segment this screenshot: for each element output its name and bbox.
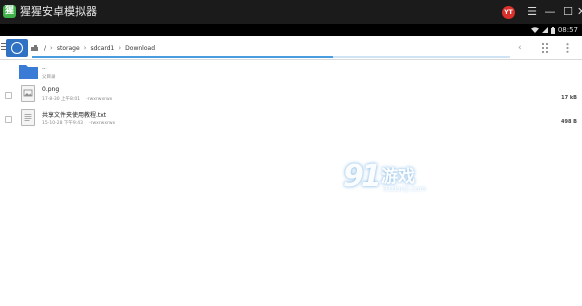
image-file-icon — [21, 85, 35, 102]
file-checkbox[interactable] — [5, 92, 12, 99]
file-meta: 15-10-28 下午9:43 -rwxrwxrwx — [42, 120, 121, 126]
chevron-right-icon: › — [83, 44, 87, 52]
file-name: .. — [42, 64, 46, 71]
file-checkbox[interactable] — [5, 116, 12, 123]
file-permissions: -rwxrwxrwx — [88, 121, 116, 126]
file-name: 共享文件夹使用教程.txt — [42, 112, 107, 119]
file-date: 15-10-28 下午9:43 — [42, 121, 83, 126]
list-item-parent[interactable]: .. 父目录 — [0, 62, 582, 86]
breadcrumb-root[interactable]: / — [44, 45, 46, 52]
maximize-button[interactable]: ☐ — [560, 3, 576, 21]
breadcrumb-sdcard1[interactable]: sdcard1 — [90, 45, 114, 52]
file-permissions: -rwxrwxrwx — [86, 97, 113, 102]
watermark-number: 91 — [343, 159, 382, 194]
file-date: 17-8-30 上午8:01 — [42, 97, 81, 102]
circle-icon — [11, 42, 23, 54]
user-avatar[interactable]: YT — [502, 6, 515, 19]
back-chevron-icon[interactable]: ‹ — [518, 41, 522, 55]
window-titlebar: 猩 猩猩安卓模拟器 YT ☰ — ☐ ✕ — [0, 0, 582, 24]
minimize-button[interactable]: — — [542, 3, 558, 21]
android-statusbar: 08:57 — [0, 24, 582, 36]
file-meta: 17-8-30 上午8:01 -rwxrwxrwx — [42, 96, 118, 102]
watermark-text: 游戏 — [381, 167, 415, 187]
signal-icon — [541, 27, 548, 33]
grid-view-icon[interactable] — [542, 43, 549, 53]
text-file-icon — [21, 109, 35, 126]
overflow-menu-icon[interactable] — [566, 43, 569, 53]
app-logo-icon: 猩 — [3, 5, 16, 18]
close-button[interactable]: ✕ — [577, 3, 582, 21]
window-title: 猩猩安卓模拟器 — [20, 5, 97, 18]
list-item-file[interactable]: 共享文件夹使用教程.txt 15-10-28 下午9:43 -rwxrwxrwx … — [0, 108, 582, 132]
file-size: 17 kB — [561, 95, 577, 101]
load-progress-bar — [32, 56, 510, 58]
chevron-right-icon: › — [50, 44, 53, 52]
chevron-right-icon: › — [118, 44, 122, 52]
storage-icon[interactable] — [31, 45, 38, 51]
watermark-logo: 91 游戏 91danji.com — [343, 157, 443, 207]
wifi-icon — [530, 27, 539, 33]
menu-icon[interactable]: ☰ — [524, 3, 540, 21]
breadcrumb-storage[interactable]: storage — [57, 45, 80, 52]
breadcrumb-download[interactable]: Download — [125, 45, 155, 52]
breadcrumb: / › storage › sdcard1 › Download — [31, 41, 155, 55]
watermark-url: 91danji.com — [383, 185, 427, 193]
file-meta: 父目录 — [42, 74, 62, 80]
folder-icon — [19, 65, 38, 79]
progress-fill — [32, 56, 334, 58]
home-button[interactable] — [6, 39, 28, 57]
file-size: 498 B — [561, 119, 577, 125]
battery-icon — [550, 26, 555, 34]
file-name: 0.png — [42, 86, 60, 93]
status-time: 08:57 — [557, 26, 578, 34]
list-item-file[interactable]: 0.png 17-8-30 上午8:01 -rwxrwxrwx 17 kB — [0, 84, 582, 108]
file-manager-toolbar: / › storage › sdcard1 › Download ‹ — [0, 36, 582, 60]
file-meta-label: 父目录 — [42, 75, 56, 80]
